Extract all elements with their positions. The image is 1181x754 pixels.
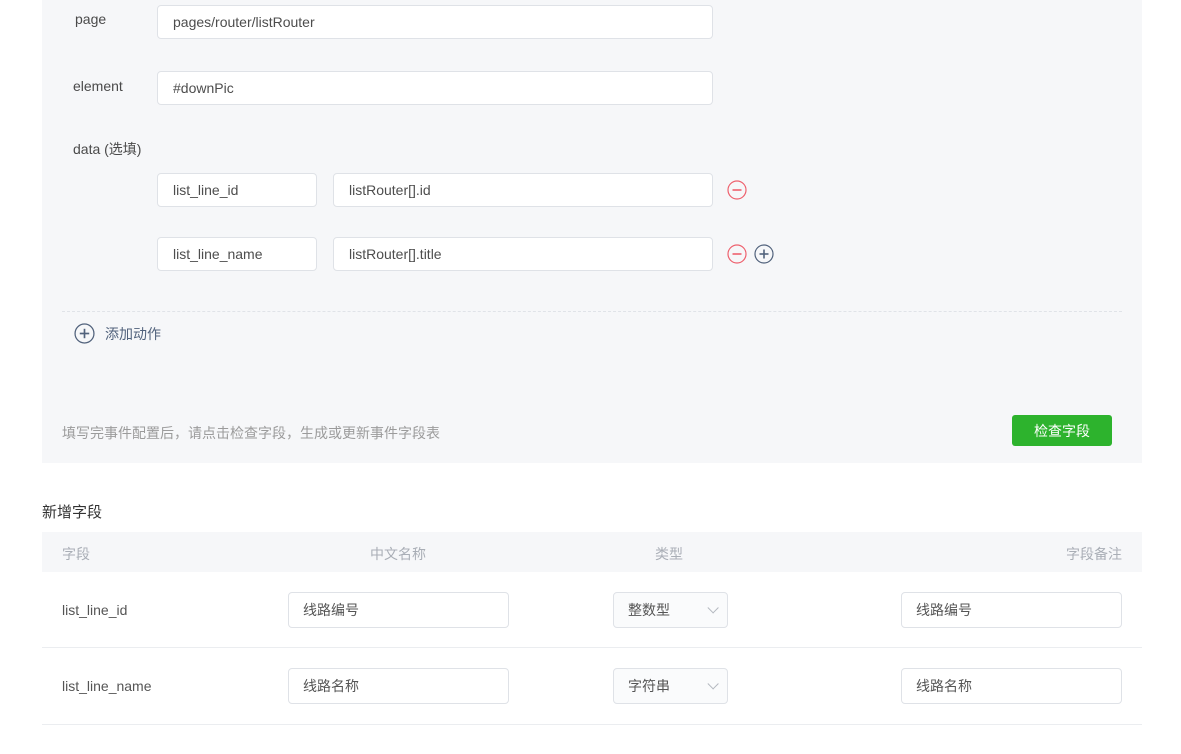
data-field-label: data (选填)	[73, 141, 142, 157]
new-fields-table-header: 字段 中文名称 类型 字段备注	[42, 532, 1142, 572]
element-field-label: element	[73, 78, 123, 94]
table-row: list_line_id 整数型	[42, 572, 1142, 648]
check-fields-button[interactable]: 检查字段	[1012, 415, 1112, 446]
add-row-icon[interactable]	[754, 244, 774, 264]
remove-row-icon[interactable]	[727, 180, 747, 200]
col-header-field: 字段	[62, 546, 90, 562]
check-fields-hint: 填写完事件配置后，请点击检查字段，生成或更新事件字段表	[62, 425, 440, 441]
data-value-input[interactable]	[333, 237, 713, 271]
data-key-input[interactable]	[157, 173, 317, 207]
page-input[interactable]	[157, 5, 713, 39]
table-row: list_line_name 字符串	[42, 648, 1142, 725]
chevron-down-icon	[707, 678, 719, 690]
field-name-text: list_line_name	[62, 678, 152, 694]
divider	[62, 311, 1122, 312]
type-select[interactable]: 字符串	[613, 668, 728, 704]
col-header-type: 类型	[655, 546, 683, 562]
type-select-value: 字符串	[628, 678, 670, 694]
plus-circle-icon	[74, 323, 95, 344]
data-value-input[interactable]	[333, 173, 713, 207]
cn-name-input[interactable]	[288, 668, 509, 704]
new-fields-title: 新增字段	[42, 504, 103, 521]
chevron-down-icon	[707, 601, 719, 614]
element-input[interactable]	[157, 71, 713, 105]
data-key-input[interactable]	[157, 237, 317, 271]
add-action-label: 添加动作	[105, 325, 161, 342]
event-config-panel: page element data (选填) 添加动作 填写完事件配置后，请点击…	[42, 0, 1142, 463]
remark-input[interactable]	[901, 591, 1122, 628]
type-select-value: 整数型	[628, 601, 670, 618]
remove-row-icon[interactable]	[727, 244, 747, 264]
col-header-remark: 字段备注	[1066, 546, 1122, 562]
remark-input[interactable]	[901, 668, 1122, 704]
type-select[interactable]: 整数型	[613, 591, 728, 628]
page: page element data (选填) 添加动作 填写完事件配置后，请点击…	[0, 0, 1181, 754]
page-field-label: page	[75, 11, 107, 27]
add-action-button[interactable]: 添加动作	[74, 323, 161, 344]
field-name-text: list_line_id	[62, 601, 128, 618]
cn-name-input[interactable]	[288, 591, 509, 628]
col-header-cn-name: 中文名称	[370, 546, 426, 562]
